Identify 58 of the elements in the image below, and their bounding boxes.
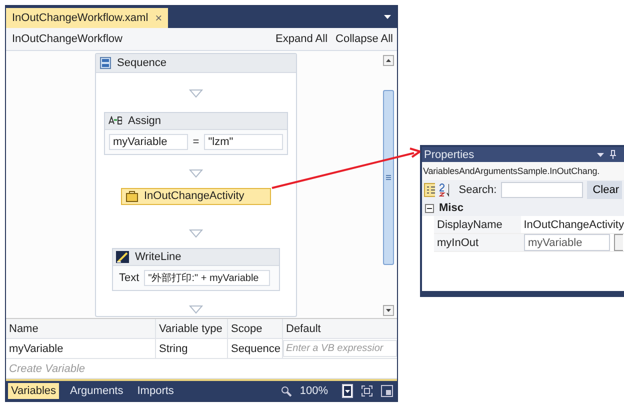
column-header[interactable]: Variable type: [156, 319, 228, 338]
grip-icon: [386, 174, 391, 180]
ellipsis-button[interactable]: [614, 234, 623, 251]
overview-icon[interactable]: [381, 385, 393, 398]
briefcase-icon: [126, 190, 138, 202]
assign-icon: [108, 116, 122, 126]
value-field[interactable]: "lzm": [204, 134, 283, 150]
close-icon[interactable]: ×: [155, 10, 162, 25]
object-name: VariablesAndArgumentsSample.InOutChang.: [422, 162, 624, 180]
writeline-activity[interactable]: WriteLine Text "外部打印:" + myVariable: [112, 248, 280, 291]
activity-title: WriteLine: [135, 250, 182, 263]
to-field[interactable]: myVariable: [109, 134, 188, 150]
search-icon[interactable]: [280, 386, 292, 397]
column-header[interactable]: Name: [6, 319, 156, 338]
table-cell: myVariable: [6, 339, 156, 358]
scroll-down-icon[interactable]: [383, 305, 394, 316]
text-label: Text: [119, 272, 140, 284]
expand-all-link[interactable]: Expand All: [276, 32, 328, 45]
equals-sign: =: [192, 136, 200, 148]
breadcrumb[interactable]: InOutChangeWorkflow: [12, 32, 122, 45]
activity-title: Assign: [128, 114, 162, 127]
sequence-icon: [100, 56, 111, 69]
bottom-tab[interactable]: Arguments: [67, 383, 126, 400]
activity-block[interactable]: InOutChangeActivity: [121, 188, 271, 205]
vertical-scrollbar[interactable]: [382, 54, 395, 316]
sequence-title: Sequence: [117, 56, 167, 69]
assign-activity[interactable]: Assign myVariable = "lzm": [104, 112, 288, 155]
scrollbar-thumb[interactable]: [383, 90, 394, 266]
column-header[interactable]: Default: [283, 319, 397, 338]
bottom-tab[interactable]: Imports: [134, 383, 177, 400]
fit-to-screen-icon[interactable]: [361, 385, 373, 398]
search-label: Search:: [458, 184, 497, 196]
collapse-icon[interactable]: [425, 204, 434, 212]
column-header[interactable]: Scope: [228, 319, 283, 338]
collapse-all-link[interactable]: Collapse All: [336, 32, 393, 45]
categorized-icon[interactable]: [424, 183, 436, 197]
default-field[interactable]: Enter a VB expressior: [283, 340, 397, 358]
table-cell: String: [156, 339, 228, 358]
sequence-box[interactable]: Sequence Assign myVariable = "lzm" InOutChangeActivity WriteLine Text "外部打印:" + myVariable: [95, 52, 297, 317]
text-field[interactable]: "外部打印:" + myVariable: [144, 270, 270, 286]
zoom-level[interactable]: 100%: [300, 385, 328, 398]
search-field[interactable]: [500, 182, 583, 198]
pin-icon[interactable]: [610, 150, 616, 159]
dropdown-icon[interactable]: [384, 14, 391, 19]
clear-button[interactable]: Clear: [586, 181, 622, 199]
category-name: Misc: [439, 202, 464, 214]
property-name: DisplayName: [434, 216, 521, 233]
writeline-icon: [116, 250, 129, 263]
property-value[interactable]: InOutChangeActivity: [520, 216, 624, 233]
document-tab[interactable]: InOutChangeWorkflow.xaml ×: [6, 8, 168, 28]
property-field[interactable]: myVariable: [524, 234, 610, 251]
panel-title: Properties: [424, 148, 474, 160]
bottom-tab[interactable]: Variables: [8, 383, 60, 400]
scroll-up-icon[interactable]: [383, 54, 394, 66]
property-name: myInOut: [434, 234, 524, 251]
dropdown-icon[interactable]: [597, 152, 604, 156]
dropdown-icon[interactable]: [342, 384, 353, 398]
sort-icon[interactable]: [439, 183, 449, 197]
